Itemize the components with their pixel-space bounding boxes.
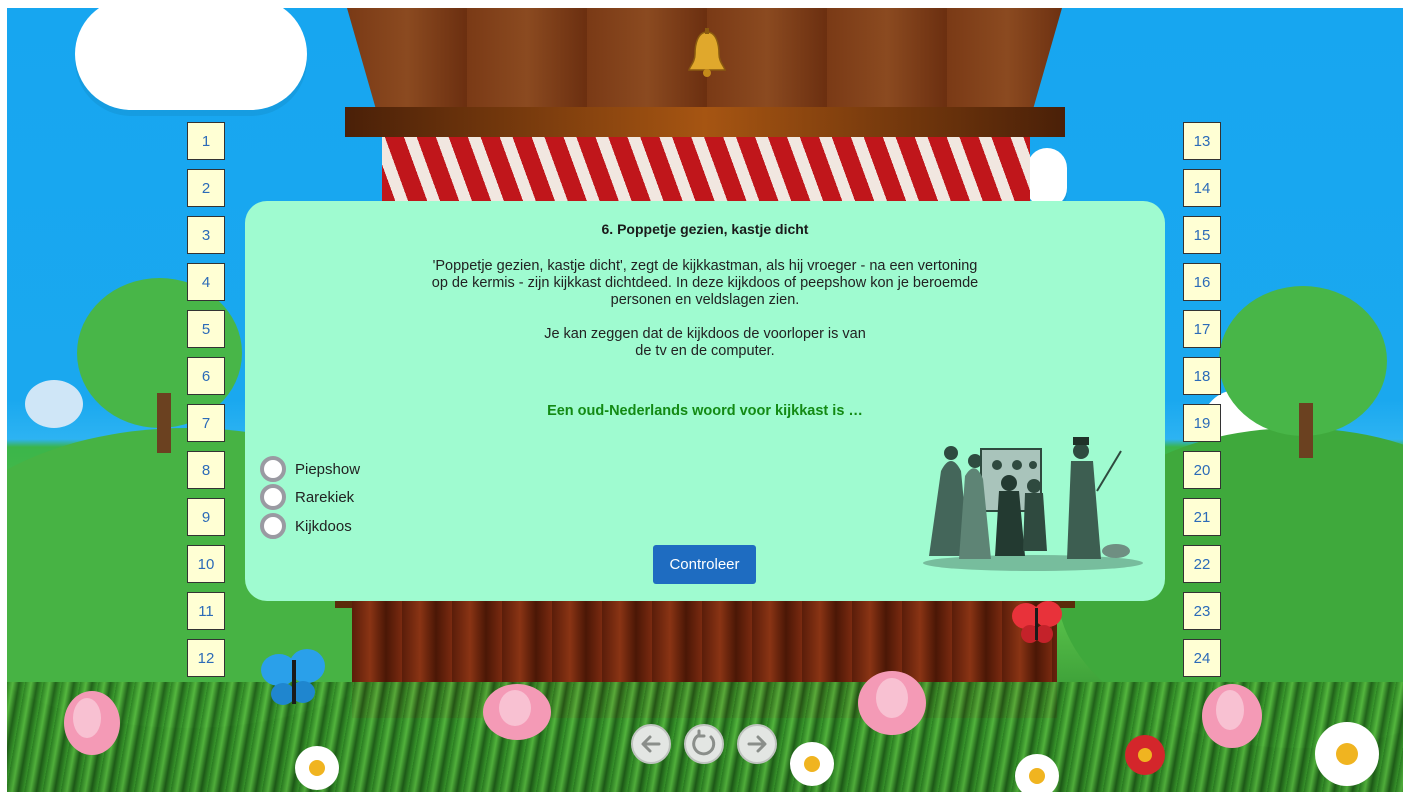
arrow-left-icon [641, 735, 661, 753]
reload-button[interactable] [684, 724, 724, 764]
previous-button[interactable] [631, 724, 671, 764]
question-button-8[interactable]: 8 [187, 451, 225, 489]
tree-trunk [1299, 403, 1313, 458]
question-button-6[interactable]: 6 [187, 357, 225, 395]
question-title: 6. Poppetje gezien, kastje dicht [601, 221, 809, 237]
radio-button[interactable] [260, 456, 286, 482]
answer-option-piepshow[interactable]: Piepshow [260, 455, 360, 483]
note-paragraph: Je kan zeggen dat de kijkdoos de voorlop… [544, 326, 866, 359]
cloud [1027, 148, 1067, 208]
question-button-14[interactable]: 14 [1183, 169, 1221, 207]
daisy [295, 746, 339, 790]
bell-icon [688, 28, 726, 77]
question-button-17[interactable]: 17 [1183, 310, 1221, 348]
question-button-1[interactable]: 1 [187, 122, 225, 160]
question-button-9[interactable]: 9 [187, 498, 225, 536]
question-button-22[interactable]: 22 [1183, 545, 1221, 583]
question-prompt: Een oud-Nederlands woord voor kijkkast i… [547, 403, 863, 419]
option-label: Piepshow [295, 460, 361, 478]
peepshow-illustration [921, 431, 1145, 573]
flower-pink [1202, 684, 1262, 748]
radio-button[interactable] [260, 513, 286, 539]
question-button-11[interactable]: 11 [187, 592, 225, 630]
butterfly-icon [261, 649, 325, 705]
radio-button[interactable] [260, 484, 286, 510]
flower-pink [483, 684, 551, 740]
cloud [75, 8, 307, 110]
tree-trunk [157, 393, 171, 453]
reload-icon [692, 729, 716, 756]
question-button-21[interactable]: 21 [1183, 498, 1221, 536]
option-label: Rarekiek [295, 488, 355, 506]
question-button-10[interactable]: 10 [187, 545, 225, 583]
option-label: Kijkdoos [295, 517, 352, 535]
question-button-20[interactable]: 20 [1183, 451, 1221, 489]
question-button-3[interactable]: 3 [187, 216, 225, 254]
daisy [1015, 754, 1059, 792]
question-button-7[interactable]: 7 [187, 404, 225, 442]
question-button-4[interactable]: 4 [187, 263, 225, 301]
question-button-15[interactable]: 15 [1183, 216, 1221, 254]
booth-roof-band [345, 107, 1065, 137]
question-button-5[interactable]: 5 [187, 310, 225, 348]
daisy [1315, 722, 1379, 786]
answer-option-rarekiek[interactable]: Rarekiek [260, 483, 354, 511]
intro-paragraph: 'Poppetje gezien, kastje dicht', zegt de… [431, 258, 979, 308]
question-button-13[interactable]: 13 [1183, 122, 1221, 160]
question-button-2[interactable]: 2 [187, 169, 225, 207]
butterfly-icon [1012, 601, 1062, 643]
question-button-19[interactable]: 19 [1183, 404, 1221, 442]
daisy [790, 742, 834, 786]
question-button-16[interactable]: 16 [1183, 263, 1221, 301]
question-panel: 6. Poppetje gezien, kastje dicht 'Poppet… [245, 201, 1165, 601]
question-text: 'Poppetje gezien, kastje dicht', zegt de… [405, 258, 1005, 360]
arrow-right-icon [747, 735, 767, 753]
answer-option-kijkdoos[interactable]: Kijkdoos [260, 512, 352, 540]
question-button-23[interactable]: 23 [1183, 592, 1221, 630]
check-button[interactable]: Controleer [653, 545, 756, 584]
next-button[interactable] [737, 724, 777, 764]
tree [25, 380, 83, 428]
flower-pink [64, 691, 120, 755]
question-button-12[interactable]: 12 [187, 639, 225, 677]
flower-pink [858, 671, 926, 735]
question-button-24[interactable]: 24 [1183, 639, 1221, 677]
question-button-18[interactable]: 18 [1183, 357, 1221, 395]
flower-red [1125, 735, 1165, 775]
